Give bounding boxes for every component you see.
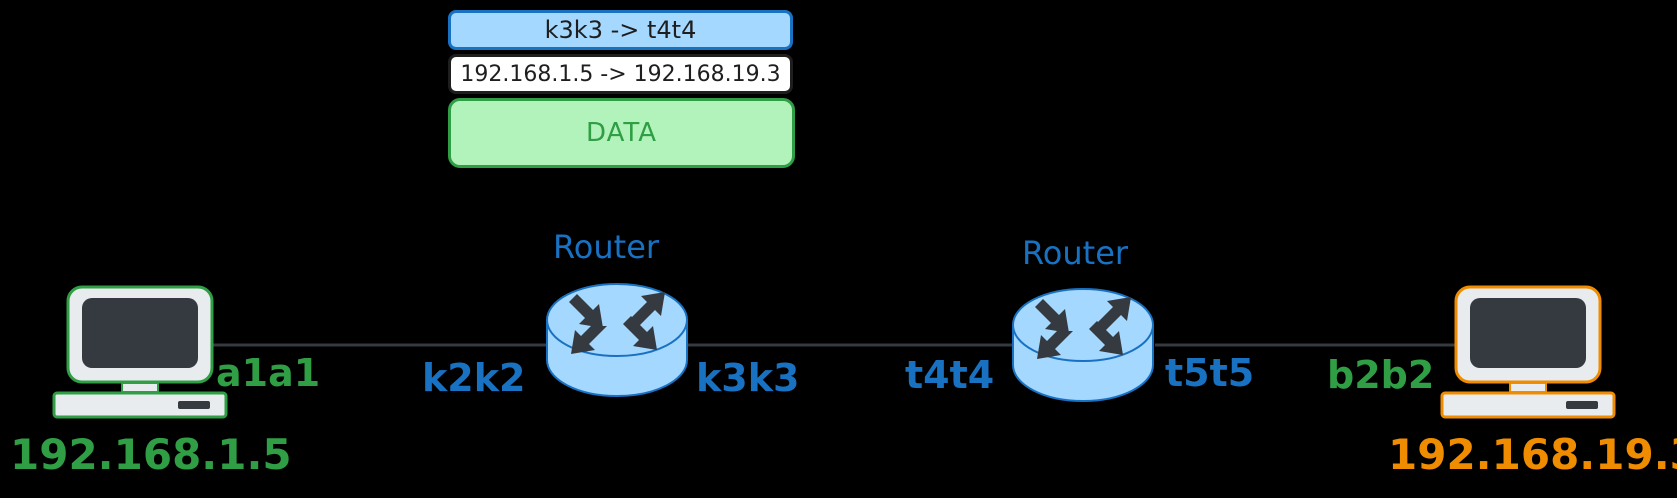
network-links xyxy=(210,343,1460,347)
router-2-right-interface-label: t5t5 xyxy=(1165,351,1255,395)
ip-header-text: 192.168.1.5 -> 192.168.19.3 xyxy=(460,61,781,87)
data-payload-text: DATA xyxy=(586,118,657,148)
data-payload: DATA xyxy=(448,98,795,168)
router-1-icon xyxy=(546,283,688,397)
router-1-right-interface-label: k3k3 xyxy=(696,356,800,400)
router-2-icon xyxy=(1012,288,1154,402)
router-2-left-interface-label: t4t4 xyxy=(905,353,995,397)
router-1-left-interface-label: k2k2 xyxy=(422,356,526,400)
source-ip-label: 192.168.1.5 xyxy=(10,430,292,479)
mac-header: k3k3 -> t4t4 xyxy=(448,10,793,50)
destination-ip-label: 192.168.19.3 xyxy=(1388,430,1677,479)
source-interface-label: a1a1 xyxy=(216,351,321,395)
network-diagram: k3k3 -> t4t4 192.168.1.5 -> 192.168.19.3… xyxy=(0,0,1677,498)
destination-interface-label: b2b2 xyxy=(1327,353,1435,397)
mac-header-text: k3k3 -> t4t4 xyxy=(544,16,697,44)
router-2-title: Router xyxy=(1022,234,1129,272)
source-computer-icon xyxy=(52,285,228,419)
destination-computer-icon xyxy=(1440,285,1616,419)
router-1-title: Router xyxy=(553,228,660,266)
ip-header: 192.168.1.5 -> 192.168.19.3 xyxy=(448,54,793,94)
